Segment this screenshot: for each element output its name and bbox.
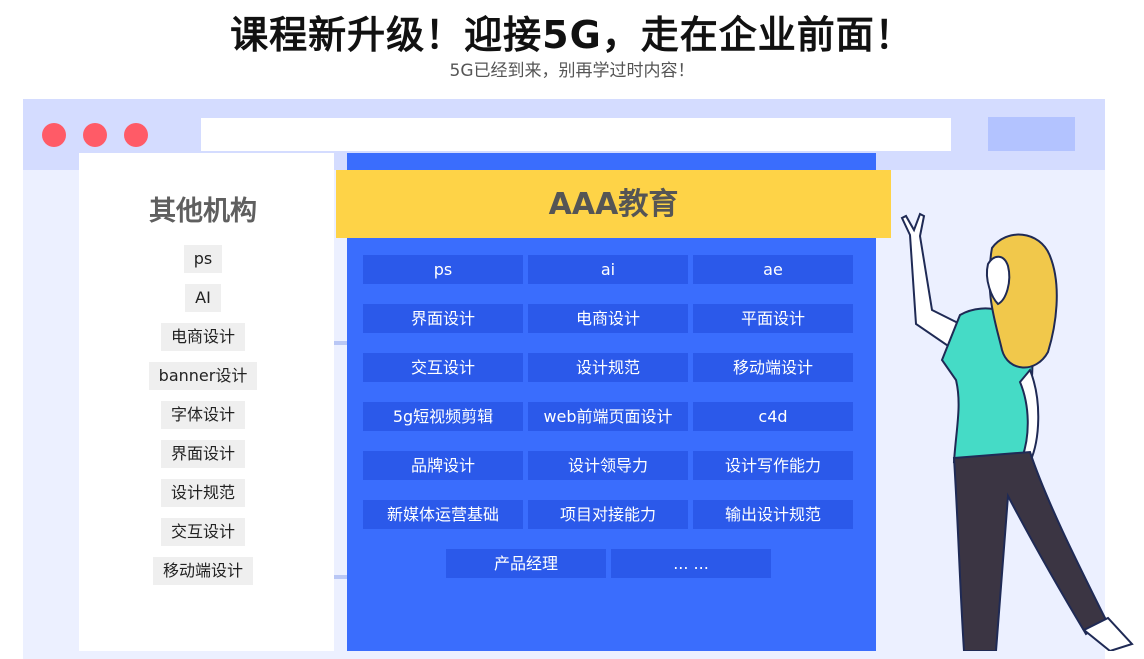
course-chip: 品牌设计 xyxy=(363,451,523,480)
list-item: 电商设计 xyxy=(160,323,245,351)
course-chip: web前端页面设计 xyxy=(528,402,688,431)
course-chip: 输出设计规范 xyxy=(693,500,853,529)
course-chip: 设计写作能力 xyxy=(693,451,853,480)
legs-shape xyxy=(952,450,1108,651)
course-chip: c4d xyxy=(693,402,853,431)
list-item: 设计规范 xyxy=(160,479,245,507)
course-chip: 移动端设计 xyxy=(693,353,853,382)
list-item: ps xyxy=(183,245,223,273)
course-chip: 5g短视频剪辑 xyxy=(363,402,523,431)
list-item: 交互设计 xyxy=(160,518,245,546)
decorative-line xyxy=(334,341,347,345)
course-grid: ps ai ae 界面设计 电商设计 平面设计 交互设计 设计规范 移动端设计 … xyxy=(363,255,858,549)
course-chip: 界面设计 xyxy=(363,304,523,333)
window-dot-icon xyxy=(124,123,148,147)
list-item: banner设计 xyxy=(148,362,258,390)
list-item: 界面设计 xyxy=(160,440,245,468)
address-bar xyxy=(201,118,951,151)
course-chip: ae xyxy=(693,255,853,284)
decorative-line xyxy=(334,575,347,579)
other-institutions-list: ps AI 电商设计 banner设计 字体设计 界面设计 设计规范 交互设计 … xyxy=(79,245,327,596)
course-chip: 新媒体运营基础 xyxy=(363,500,523,529)
other-institutions-title: 其他机构 xyxy=(149,196,257,227)
list-item: 移动端设计 xyxy=(152,557,253,585)
browser-button xyxy=(988,117,1075,151)
aaa-education-title: AAA教育 xyxy=(336,170,891,238)
list-item: 字体设计 xyxy=(160,401,245,429)
course-chip: 产品经理 xyxy=(446,549,606,578)
course-grid-last-row: 产品经理 ... ... xyxy=(446,549,776,578)
page-headline: 课程新升级！迎接5G，走在企业前面！ xyxy=(230,13,914,57)
course-chip: ... ... xyxy=(611,549,771,578)
page-subheadline: 5G已经到来，别再学过时内容！ xyxy=(449,61,695,81)
course-chip: ps xyxy=(363,255,523,284)
course-chip: 设计规范 xyxy=(528,353,688,382)
list-item: AI xyxy=(185,284,221,312)
course-chip: 设计领导力 xyxy=(528,451,688,480)
window-dot-icon xyxy=(83,123,107,147)
course-chip: ai xyxy=(528,255,688,284)
pointing-person-illustration xyxy=(900,212,1134,651)
course-chip: 平面设计 xyxy=(693,304,853,333)
window-dot-icon xyxy=(42,123,66,147)
course-chip: 项目对接能力 xyxy=(528,500,688,529)
course-chip: 电商设计 xyxy=(528,304,688,333)
course-chip: 交互设计 xyxy=(363,353,523,382)
other-institutions-panel: 其他机构 ps AI 电商设计 banner设计 字体设计 界面设计 设计规范 … xyxy=(79,153,334,651)
